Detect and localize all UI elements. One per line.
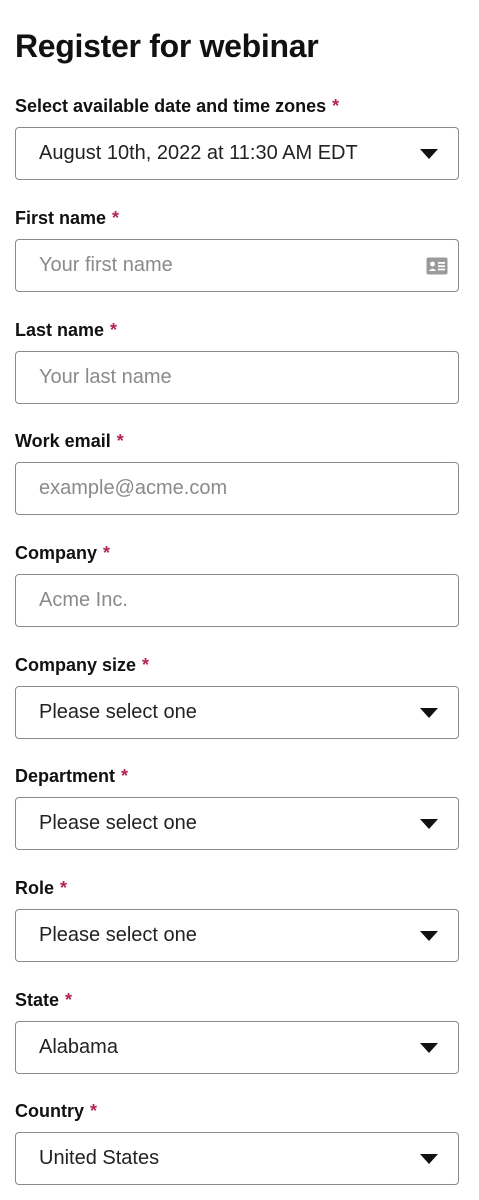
field-first-name: First name * Your first name — [15, 206, 459, 292]
select-value: Please select one — [39, 924, 197, 946]
caret-down-icon — [420, 707, 438, 718]
date-time-select[interactable]: August 10th, 2022 at 11:30 AM EDT — [15, 127, 459, 180]
field-date-time: Select available date and time zones * Au… — [15, 94, 459, 180]
field-label: Role * — [15, 878, 68, 898]
input-placeholder: Your first name — [39, 254, 173, 276]
required-asterisk: * — [142, 655, 150, 675]
field-last-name: Last name * Your last name — [15, 318, 459, 404]
caret-down-icon — [420, 930, 438, 941]
input-placeholder: Your last name — [39, 366, 172, 388]
select-value: Alabama — [39, 1036, 118, 1058]
required-asterisk: * — [332, 96, 340, 116]
required-asterisk: * — [112, 208, 120, 228]
field-company-size: Company size * Please select one — [15, 653, 459, 739]
select-value: August 10th, 2022 at 11:30 AM EDT — [39, 142, 358, 164]
company-input[interactable]: Acme Inc. — [15, 574, 459, 627]
last-name-input[interactable]: Your last name — [15, 351, 459, 404]
field-label: Select available date and time zones * — [15, 96, 340, 116]
field-country: Country * United States — [15, 1099, 459, 1185]
field-label: Company * — [15, 543, 111, 563]
field-label: Department * — [15, 766, 129, 786]
country-select[interactable]: United States — [15, 1132, 459, 1185]
required-asterisk: * — [116, 431, 124, 451]
state-select[interactable]: Alabama — [15, 1021, 459, 1074]
field-department: Department * Please select one — [15, 764, 459, 850]
field-company: Company * Acme Inc. — [15, 541, 459, 627]
caret-down-icon — [420, 1153, 438, 1164]
select-value: Please select one — [39, 701, 197, 723]
work-email-input[interactable]: example@acme.com — [15, 462, 459, 515]
required-asterisk: * — [60, 878, 68, 898]
field-label: Company size * — [15, 655, 150, 675]
company-size-select[interactable]: Please select one — [15, 686, 459, 739]
field-label: Country * — [15, 1101, 98, 1121]
caret-down-icon — [420, 148, 438, 159]
form-title: Register for webinar — [15, 28, 319, 64]
caret-down-icon — [420, 818, 438, 829]
department-select[interactable]: Please select one — [15, 797, 459, 850]
caret-down-icon — [420, 1042, 438, 1053]
first-name-input[interactable]: Your first name — [15, 239, 459, 292]
field-label: Work email * — [15, 431, 124, 451]
contact-card-icon[interactable] — [426, 257, 448, 275]
field-role: Role * Please select one — [15, 876, 459, 962]
field-state: State * Alabama — [15, 988, 459, 1074]
select-value: Please select one — [39, 812, 197, 834]
required-asterisk: * — [121, 766, 129, 786]
field-label: Last name * — [15, 320, 118, 340]
required-asterisk: * — [65, 990, 73, 1010]
required-asterisk: * — [90, 1101, 98, 1121]
field-label: First name * — [15, 208, 120, 228]
select-value: United States — [39, 1147, 160, 1169]
required-asterisk: * — [103, 543, 111, 563]
required-asterisk: * — [110, 320, 118, 340]
field-work-email: Work email * example@acme.com — [15, 429, 459, 515]
input-placeholder: example@acme.com — [39, 477, 228, 499]
input-placeholder: Acme Inc. — [39, 589, 128, 611]
role-select[interactable]: Please select one — [15, 909, 459, 962]
field-label: State * — [15, 990, 73, 1010]
